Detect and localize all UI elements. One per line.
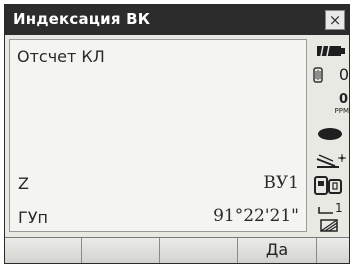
ppm-indicator: 0 PPM [309,92,349,119]
panel-header: Отсчет КЛ [17,47,105,66]
title-bar: Индексация ВК × [5,5,349,35]
zenith-value: ВУ1 [263,173,299,193]
softkey-bar: Да [5,237,349,263]
communication-icon [314,176,342,195]
svg-text:1: 1 [335,201,343,215]
prism-constant-value: 0 [338,65,349,84]
softkey-5[interactable] [317,238,349,263]
memory-card-icon [320,219,338,232]
target-icon [318,128,342,140]
softkey-3[interactable] [160,238,238,263]
softkey-2[interactable] [82,238,160,263]
close-button[interactable]: × [325,10,345,30]
tilt-icon [316,154,346,168]
measurement-panel: Отсчет КЛ Z ВУ1 ГУп 91°22'21" [9,39,307,232]
hangle-label: ГУп [18,208,48,227]
softkey-yes[interactable]: Да [238,238,317,263]
ppm-unit: PPM [334,107,349,115]
softkey-1[interactable] [5,238,82,263]
status-sidebar: 0 0 PPM 1 [309,37,349,233]
prism-constant: 0 [309,65,349,85]
prism-icon [313,67,323,83]
hangle-value: 91°22'21" [213,206,299,226]
app-screen: Индексация ВК × Отсчет КЛ Z ВУ1 ГУп 91°2… [4,4,350,264]
zenith-label: Z [18,174,29,193]
ppm-value: 0 [338,92,348,107]
input-mode-icon: 1 [318,201,343,215]
battery-icon [317,45,345,57]
window-title: Индексация ВК [13,10,151,28]
